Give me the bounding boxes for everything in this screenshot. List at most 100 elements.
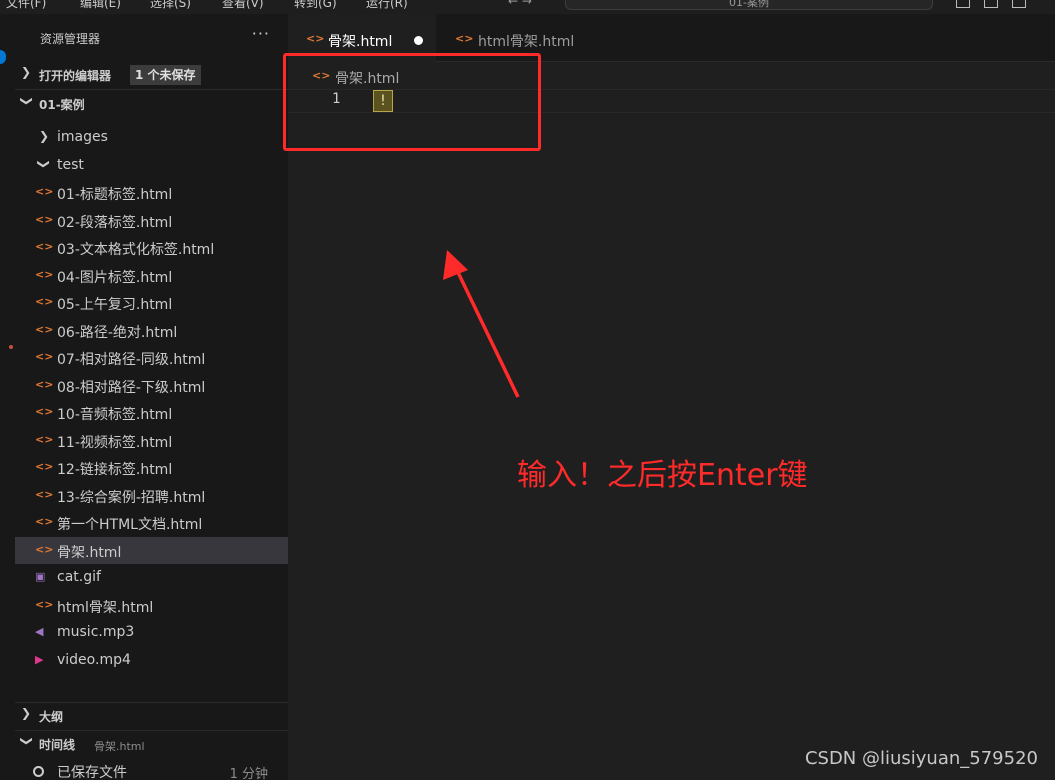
file-item[interactable]: <> 04-图片标签.html (15, 262, 288, 289)
tree-item-label: html骨架.html (57, 599, 154, 616)
file-item[interactable]: <> 第一个HTML文档.html (15, 509, 288, 536)
menu-file[interactable]: 文件(F) (6, 0, 46, 11)
tree-item-label: test (57, 156, 84, 173)
unsaved-badge: 1 个未保存 (130, 65, 201, 85)
tree-item-label: 03-文本格式化标签.html (57, 242, 215, 258)
file-item[interactable]: ▶ video.mp4 (15, 647, 288, 674)
chevron-right-icon: ❯ (21, 706, 32, 720)
toggle-panel-icon[interactable] (984, 0, 998, 8)
more-actions-icon[interactable]: ··· (252, 24, 270, 43)
file-item[interactable]: <> 08-相对路径-下级.html (15, 372, 288, 399)
html-file-icon: <> (35, 322, 54, 336)
timeline-entry[interactable]: 已保存文件 1 分钟 (15, 761, 288, 780)
timeline-entry-label: 已保存文件 (57, 765, 127, 780)
file-item[interactable]: <> 10-音频标签.html (15, 399, 288, 426)
chevron-right-icon: ❯ (21, 65, 32, 79)
tree-item-label: 12-链接标签.html (57, 462, 173, 478)
html-file-icon: <> (306, 32, 325, 45)
html-file-icon: <> (35, 515, 54, 528)
chevron-down-icon: ❯ (20, 95, 35, 107)
timeline-file: 骨架.html (94, 740, 145, 753)
circle-icon (33, 766, 44, 777)
html-file-icon: <> (35, 460, 54, 473)
html-file-icon: <> (35, 597, 54, 611)
html-file-icon: <> (35, 542, 54, 556)
folder-item[interactable]: ❯ test (15, 152, 288, 179)
tree-item-label: 01-标题标签.html (57, 187, 173, 203)
tree-item-label: 第一个HTML文档.html (57, 517, 203, 533)
file-item[interactable]: <> 05-上午复习.html (15, 289, 288, 316)
html-file-icon: <> (35, 432, 54, 446)
menu-view[interactable]: 查看(V) (222, 0, 264, 11)
explorer-title: 资源管理器 (40, 32, 101, 46)
tree-item-label: 04-图片标签.html (57, 269, 173, 286)
html-file-icon: <> (35, 185, 54, 198)
file-item[interactable]: ◀ music.mp3 (15, 619, 288, 646)
file-item[interactable]: <> 12-链接标签.html (15, 454, 288, 481)
tree-item-label: 07-相对路径-同级.html (57, 352, 206, 368)
timeline-section[interactable]: ❯ 时间线 骨架.html (15, 731, 288, 757)
html-file-icon: <> (35, 212, 54, 226)
annotation-text: 输入！之后按Enter键 (517, 458, 808, 493)
notification-badge (0, 50, 6, 64)
folder-item[interactable]: ❯ images (15, 124, 288, 151)
outline-label: 大纲 (39, 710, 64, 724)
activity-bar (0, 14, 15, 780)
chevron-right-icon: ❯ (39, 129, 50, 143)
editor-area[interactable]: <> 骨架.html 1 ! (288, 62, 1055, 780)
tree-item-label: video.mp4 (57, 651, 131, 668)
annotation-arrow-icon (443, 250, 520, 398)
html-file-icon: <> (35, 377, 54, 391)
timeline-entry-time: 1 分钟 (229, 767, 268, 780)
menu-selection[interactable]: 选择(S) (150, 0, 191, 11)
tree-item-label: music.mp3 (57, 624, 135, 640)
chevron-down-icon: ❯ (37, 158, 52, 169)
tree-item-label: 13-综合案例-招聘.html (57, 489, 206, 506)
video-file-icon: ▶ (35, 652, 44, 666)
error-indicator (9, 345, 13, 349)
section-divider (15, 89, 288, 90)
explorer-sidebar: 资源管理器 ··· ❯ 打开的编辑器 1 个未保存 ❯ 01-案例 ❯ image… (15, 14, 288, 780)
back-arrow-icon[interactable]: ← → (508, 0, 532, 8)
tree-item-label: 10-音频标签.html (57, 407, 173, 423)
html-file-icon: <> (35, 240, 54, 253)
file-item[interactable]: <> 11-视频标签.html (15, 427, 288, 454)
file-item[interactable]: <> 02-段落标签.html (15, 207, 288, 234)
toggle-sidebar-icon[interactable] (956, 0, 970, 8)
watermark: CSDN @liusiyuan_579520 (804, 748, 1038, 769)
file-item[interactable]: <> html骨架.html (15, 592, 288, 619)
tree-item-label: 06-路径-绝对.html (57, 324, 178, 341)
explorer-header: 资源管理器 ··· (15, 24, 288, 52)
tree-item-label: 骨架.html (57, 544, 122, 561)
file-item[interactable]: <> 13-综合案例-招聘.html (15, 482, 288, 509)
tree-item-label: 08-相对路径-下级.html (57, 379, 206, 396)
outline-section[interactable]: ❯ 大纲 (15, 703, 288, 729)
toggle-secondary-sidebar-icon[interactable] (1012, 0, 1026, 8)
file-item[interactable]: <> 01-标题标签.html (15, 179, 288, 206)
file-item[interactable]: <> 骨架.html (15, 536, 288, 564)
file-item[interactable]: <> 06-路径-绝对.html (15, 317, 288, 344)
open-editors-section[interactable]: ❯ 打开的编辑器 1 个未保存 (15, 62, 288, 88)
folder-label: 01-案例 (39, 98, 85, 112)
unsaved-dot-icon[interactable] (414, 36, 423, 45)
html-file-icon: <> (35, 405, 54, 418)
open-editors-label: 打开的编辑器 (39, 69, 112, 83)
menu-edit[interactable]: 编辑(E) (80, 0, 121, 11)
menu-go[interactable]: 转到(G) (294, 0, 337, 11)
file-item[interactable]: <> 03-文本格式化标签.html (15, 234, 288, 261)
annotation-highlight-box (283, 53, 541, 151)
html-file-icon: <> (35, 487, 54, 501)
chevron-down-icon: ❯ (20, 735, 35, 747)
menu-bar: 文件(F) 编辑(E) 选择(S) 查看(V) 转到(G) 运行(R) ← → … (0, 0, 1055, 14)
tree-item-label: 02-段落标签.html (57, 214, 173, 231)
audio-file-icon: ◀ (35, 625, 44, 638)
file-item[interactable]: ▣ cat.gif (15, 564, 288, 591)
tab-label: 骨架.html (328, 34, 393, 50)
menu-run[interactable]: 运行(R) (366, 0, 408, 11)
file-item[interactable]: <> 07-相对路径-同级.html (15, 344, 288, 371)
tree-item-label: cat.gif (57, 569, 101, 585)
timeline-label: 时间线 (39, 738, 76, 752)
folder-section[interactable]: ❯ 01-案例 (15, 91, 288, 117)
html-file-icon: <> (35, 267, 54, 281)
command-center[interactable]: 01-案例 (565, 0, 933, 10)
